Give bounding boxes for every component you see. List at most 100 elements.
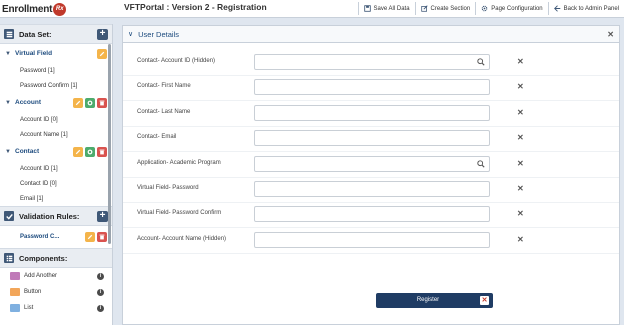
delete-button[interactable] <box>97 146 107 157</box>
add-validation-button[interactable]: + <box>97 210 108 222</box>
chevron-down-icon[interactable]: ∨ <box>128 30 133 38</box>
pencil-icon <box>87 234 93 240</box>
search-icon[interactable] <box>477 58 485 66</box>
search-icon[interactable] <box>477 159 485 168</box>
create-section-button[interactable]: Create Section <box>414 2 476 15</box>
pencil-icon <box>75 100 81 105</box>
panel-header[interactable]: ∨ User Details ✕ <box>123 26 619 43</box>
remove-field-button[interactable]: ✕ <box>517 133 524 142</box>
text-input[interactable] <box>254 206 490 223</box>
group-title: Account <box>15 99 41 106</box>
gear-icon <box>87 100 93 105</box>
info-icon[interactable]: i <box>97 288 104 296</box>
trash-icon <box>99 149 105 154</box>
close-panel-button[interactable]: ✕ <box>607 30 614 39</box>
remove-register-button[interactable]: ✕ <box>480 296 489 305</box>
text-input[interactable] <box>254 181 490 197</box>
form-row: Virtual Field- Password Confirm ✕ <box>123 202 619 229</box>
save-all-data-button[interactable]: Save All Data <box>357 2 415 15</box>
field-label: Contact- Last Name <box>137 108 191 115</box>
chevron-down-icon: ▼ <box>5 99 11 106</box>
form-row: Contact- Email ✕ <box>123 126 619 153</box>
remove-field-button[interactable]: ✕ <box>517 82 524 91</box>
field-item[interactable]: Email [1] <box>0 191 112 206</box>
field-item[interactable]: Password [1] <box>0 63 112 78</box>
group-virtual-field[interactable]: ▼ Virtual Field <box>0 44 112 63</box>
sidebar: Data Set: + ▼ Virtual Field Password [1]… <box>0 24 113 325</box>
page-title: VFTPortal : Version 2 - Registration <box>124 2 267 12</box>
back-to-admin-panel-label: Back to Admin Panel <box>563 5 619 12</box>
field-item[interactable]: Account Name [1] <box>0 127 112 142</box>
field-label: Contact- First Name <box>137 83 191 90</box>
logo-text: Enrollment <box>2 3 53 15</box>
user-details-panel: ∨ User Details ✕ Contact- Account ID (Hi… <box>122 25 620 325</box>
add-another-icon <box>10 272 20 280</box>
text-input[interactable] <box>254 231 490 248</box>
components-header: Components: <box>0 248 112 268</box>
edit-icon <box>420 5 428 12</box>
page-configuration-label: Page Configuration <box>491 5 543 12</box>
group-contact[interactable]: ▼ Contact <box>0 142 112 161</box>
page-configuration-button[interactable]: Page Configuration <box>475 2 547 15</box>
form-row: Contact- First Name ✕ <box>123 75 619 102</box>
add-dataset-button[interactable]: + <box>97 28 108 40</box>
edit-button[interactable] <box>85 232 95 242</box>
register-button[interactable]: Register ✕ <box>376 293 493 308</box>
component-add-another[interactable]: Add Another i <box>0 268 112 284</box>
remove-field-button[interactable]: ✕ <box>517 57 524 66</box>
field-item[interactable]: Account ID [1] <box>0 161 112 176</box>
remove-field-button[interactable]: ✕ <box>517 184 524 193</box>
component-list[interactable]: List i <box>0 300 112 316</box>
check-icon <box>4 211 14 221</box>
remove-field-button[interactable]: ✕ <box>517 235 524 244</box>
delete-button[interactable] <box>97 97 107 108</box>
component-button[interactable]: Button i <box>0 284 112 300</box>
component-label: Add Another <box>24 273 58 279</box>
form-row: Application- Academic Program ✕ <box>123 152 619 178</box>
info-icon[interactable]: i <box>97 272 104 280</box>
panel-title: User Details <box>138 29 179 39</box>
validation-title: Validation Rules: <box>19 211 80 221</box>
remove-field-button[interactable]: ✕ <box>517 108 524 117</box>
form-row: Virtual Field- Password ✕ <box>123 177 619 203</box>
field-item[interactable]: Password Confirm [1] <box>0 78 112 93</box>
lookup-input[interactable] <box>254 54 490 70</box>
database-icon <box>4 29 14 39</box>
text-input[interactable] <box>254 130 490 147</box>
field-item[interactable]: Contact ID [0] <box>0 176 112 191</box>
gear-icon <box>87 149 93 154</box>
sidebar-scrollbar[interactable] <box>108 44 111 244</box>
component-label: Button <box>24 289 42 295</box>
form-row: Contact- Last Name ✕ <box>123 101 619 127</box>
dataset-title: Data Set: <box>19 29 52 39</box>
field-label: Account- Account Name (Hidden) <box>137 235 227 242</box>
group-title: Virtual Field <box>15 50 53 57</box>
field-label: Application- Academic Program <box>137 159 221 166</box>
back-icon <box>553 5 560 12</box>
edit-button[interactable] <box>73 146 83 157</box>
delete-button[interactable] <box>97 232 107 242</box>
lookup-input[interactable] <box>254 155 490 172</box>
edit-button[interactable] <box>73 97 83 108</box>
register-label: Register <box>416 297 440 303</box>
info-icon[interactable]: i <box>97 304 104 312</box>
field-item[interactable]: Account ID [0] <box>0 112 112 127</box>
trash-icon <box>99 234 105 240</box>
save-icon <box>363 5 371 12</box>
button-icon <box>10 288 20 296</box>
dataset-header: Data Set: + <box>0 24 112 44</box>
app-header: Enrollment Rx VFTPortal : Version 2 - Re… <box>0 0 624 18</box>
remove-field-button[interactable]: ✕ <box>517 159 524 168</box>
chevron-down-icon: ▼ <box>5 50 11 57</box>
remove-field-button[interactable]: ✕ <box>517 209 524 218</box>
text-input[interactable] <box>254 104 490 121</box>
edit-button[interactable] <box>97 48 107 59</box>
back-to-admin-panel-button[interactable]: Back to Admin Panel <box>547 2 624 15</box>
view-button[interactable] <box>85 97 95 108</box>
group-account[interactable]: ▼ Account <box>0 93 112 112</box>
logo: Enrollment Rx <box>2 2 67 16</box>
field-label: Virtual Field- Password <box>137 185 199 191</box>
text-input[interactable] <box>254 79 490 96</box>
validation-item[interactable]: Password C... <box>0 226 112 248</box>
view-button[interactable] <box>85 146 95 157</box>
